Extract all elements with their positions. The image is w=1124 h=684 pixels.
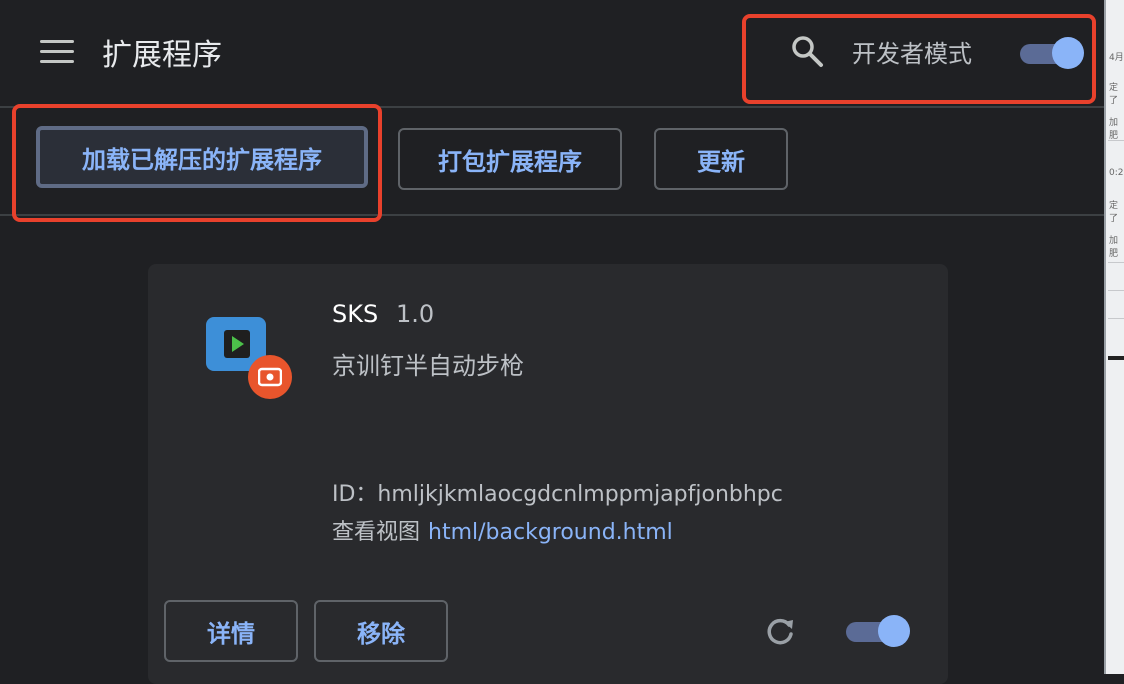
- pack-extension-button[interactable]: 打包扩展程序: [398, 128, 622, 190]
- extension-name: SKS: [332, 300, 379, 328]
- sliver-text: 加肥: [1109, 118, 1119, 141]
- extension-enable-toggle[interactable]: [846, 614, 910, 648]
- extensions-page: 扩展程序 开发者模式 加载已解压的扩展程序 打包扩展程序 更新 SKS 1.0 …: [0, 0, 1104, 684]
- update-button[interactable]: 更新: [654, 128, 788, 190]
- details-button[interactable]: 详情: [164, 600, 298, 662]
- sliver-text: 定了: [1109, 83, 1119, 106]
- annotation-highlight-developer-mode: [742, 14, 1096, 104]
- page-title: 扩展程序: [102, 38, 222, 73]
- extension-description: 京训钉半自动步枪: [332, 352, 524, 380]
- extension-id: ID：hmljkjkmlaocgdcnlmppmjapfjonbhpc: [332, 482, 783, 507]
- extension-badge-icon: [248, 355, 292, 399]
- inspect-views-row: 查看视图 html/background.html: [332, 514, 673, 546]
- extension-version: 1.0: [396, 300, 435, 328]
- background-window-edge: 4月 定了 加肥 0:25 定了 加肥: [1104, 0, 1124, 674]
- background-page-link[interactable]: html/background.html: [428, 520, 673, 545]
- sliver-text: 0:25: [1109, 168, 1124, 178]
- reload-icon[interactable]: [762, 614, 798, 650]
- menu-icon[interactable]: [40, 38, 74, 66]
- annotation-highlight-load-unpacked: [12, 104, 382, 222]
- inspect-views-label: 查看视图: [332, 520, 421, 545]
- remove-button[interactable]: 移除: [314, 600, 448, 662]
- sliver-text: 定了: [1109, 201, 1119, 224]
- sliver-text: 加肥: [1109, 236, 1119, 259]
- sliver-text: 4月: [1109, 53, 1124, 63]
